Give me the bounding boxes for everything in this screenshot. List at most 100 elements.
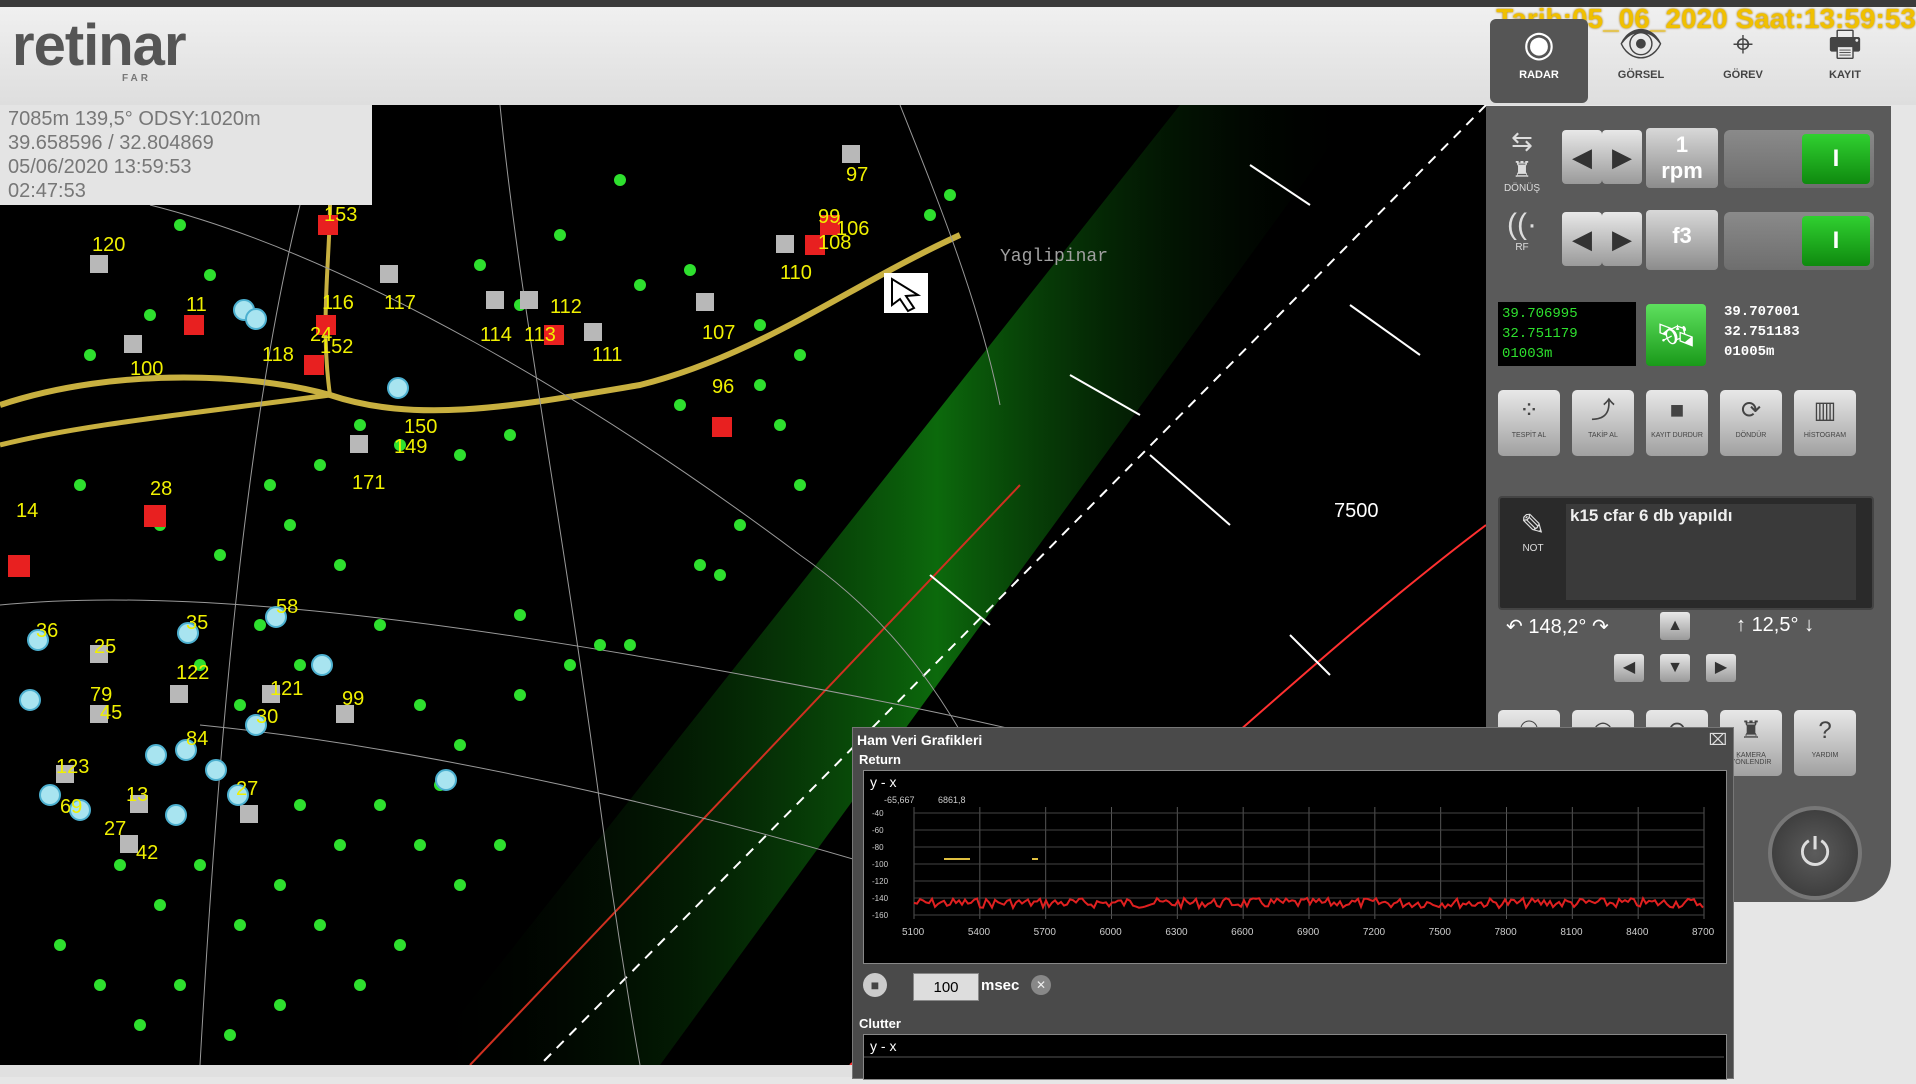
map-info-elapsed: 02:47:53 <box>8 180 86 202</box>
track-label: 114 <box>480 324 512 346</box>
gps-sync-button[interactable]: 🛰 <box>1646 304 1706 366</box>
track-label: 14 <box>16 500 38 522</box>
clutter-plot: y - x <box>863 1034 1727 1080</box>
y-tick-label: -160 <box>872 911 889 920</box>
help-button[interactable]: ? YARDIM <box>1794 710 1856 776</box>
axis-label: y - x <box>870 774 896 790</box>
right-arrow-icon: ▶ <box>1612 142 1632 172</box>
nav-kayit-button[interactable]: 🖶 KAYIT <box>1796 19 1894 103</box>
left-arrow-icon: ◀ <box>1572 224 1592 254</box>
interval-unit: msec <box>981 977 1020 994</box>
return-chart: y - x -65,667 6861,8 -40 -60 -80 -100 -120 -1… <box>870 774 1715 938</box>
track-label: 108 <box>818 232 851 254</box>
pan-left-button[interactable]: ◀ <box>1614 654 1644 682</box>
track-label: 123 <box>56 756 89 778</box>
right-arrow-icon: ▶ <box>1714 659 1728 676</box>
scatter-icon: ⁘ <box>1518 397 1540 424</box>
interval-controls: ■ msec ✕ <box>863 969 1723 1003</box>
freq-increase-button[interactable]: ▶ <box>1602 212 1642 266</box>
note-text[interactable]: k15 cfar 6 db yapıldı <box>1566 504 1856 600</box>
radar-icon: ◉ <box>1523 23 1555 64</box>
gps-coords-right: 39.707001 32.751183 01005m <box>1724 304 1800 360</box>
y-tick-label: -120 <box>872 877 889 886</box>
track-label: 110 <box>780 262 812 284</box>
crosshair-icon: ⌖ <box>1732 23 1754 64</box>
raw-data-graph-window[interactable]: Ham Veri Grafikleri ⌧ Return y - x -65,6… <box>852 727 1734 1080</box>
track-label: 96 <box>712 376 734 398</box>
pan-right-button[interactable]: ▶ <box>1706 654 1736 682</box>
tilt-up-button[interactable]: ▲ <box>1660 612 1690 640</box>
close-icon: ✕ <box>1035 978 1047 992</box>
tilt-down-button[interactable]: ▼ <box>1660 654 1690 682</box>
track-label: 45 <box>100 702 122 724</box>
y-tick-label: -80 <box>872 843 884 852</box>
printer-icon: 🖶 <box>1828 23 1862 64</box>
track-label: 69 <box>60 796 82 818</box>
map-footer-strip <box>0 1065 860 1077</box>
stop-record-button[interactable]: ■ KAYIT DURDUR <box>1646 390 1708 456</box>
rotate-button[interactable]: ⟳ DÖNDÜR <box>1720 390 1782 456</box>
histogram-button[interactable]: ▥ HİSTOGRAM <box>1794 390 1856 456</box>
x-tick-label: 8400 <box>1626 927 1649 938</box>
track-label: 36 <box>36 620 58 642</box>
rotation-toggle[interactable]: I <box>1724 130 1874 188</box>
rpm-decrease-button[interactable]: ◀ <box>1562 130 1602 184</box>
x-tick-label: 7200 <box>1363 927 1386 938</box>
rotate-icon: ⟳ <box>1740 397 1762 424</box>
rotate-ccw-icon: ↶ <box>1506 616 1523 638</box>
return-plot: y - x -65,667 6861,8 -40 -60 -80 -100 -120 -1… <box>863 770 1727 964</box>
stop-button[interactable]: ■ <box>863 973 887 997</box>
nav-gorev-button[interactable]: ⌖ GÖREV <box>1694 19 1792 103</box>
track-label: 42 <box>136 842 158 864</box>
x-tick-label: 8100 <box>1560 927 1583 938</box>
note-edit-button[interactable]: ✎ NOT <box>1510 508 1556 554</box>
y-tick-label: -100 <box>872 860 889 869</box>
up-icon: ↑ <box>1736 614 1746 636</box>
track-button[interactable]: ⤴ TAKİP AL <box>1572 390 1634 456</box>
rf-toggle[interactable]: I <box>1724 212 1874 270</box>
track-label: 100 <box>130 358 163 380</box>
x-tick-label: 5400 <box>968 927 991 938</box>
axis-label: y - x <box>870 1038 896 1054</box>
road <box>0 392 331 448</box>
rotation-icon: ⇆ <box>1511 126 1533 156</box>
elevation-display: ↑ 12,5° ↓ <box>1736 614 1815 636</box>
power-icon: ⏻ <box>1799 832 1831 874</box>
freq-display: f3 <box>1646 210 1718 270</box>
track-label: 113 <box>524 324 556 346</box>
nav-gorsel-button[interactable]: 👁 GÖRSEL <box>1592 19 1690 103</box>
up-arrow-icon: ▲ <box>1667 617 1683 634</box>
y-tick-label: -40 <box>872 809 884 818</box>
interval-input[interactable] <box>913 973 979 1001</box>
track-label: 122 <box>176 662 209 684</box>
rotate-cw-icon: ↷ <box>1591 616 1609 638</box>
track-label: 84 <box>186 728 208 750</box>
rpm-display: 1 rpm <box>1646 128 1718 188</box>
x-tick-label: 7800 <box>1495 927 1518 938</box>
track-label: 153 <box>324 204 357 226</box>
freq-decrease-button[interactable]: ◀ <box>1562 212 1602 266</box>
x-tick-label: 8700 <box>1692 927 1715 938</box>
rpm-increase-button[interactable]: ▶ <box>1602 130 1642 184</box>
power-button[interactable]: ⏻ <box>1768 806 1862 900</box>
track-label: 152 <box>320 336 353 358</box>
track-label: 120 <box>92 234 125 256</box>
legend-item-2: 6861,8 <box>938 795 966 805</box>
place-label: Yaglipinar <box>1000 247 1108 267</box>
map-info-date: 05/06/2020 13:59:53 <box>8 156 192 178</box>
detect-button[interactable]: ⁘ TESPİT AL <box>1498 390 1560 456</box>
range-label: 7500 <box>1334 500 1379 522</box>
nav-radar-button[interactable]: ◉ RADAR <box>1490 19 1588 103</box>
clear-button[interactable]: ✕ <box>1031 975 1051 995</box>
x-tick-label: 7500 <box>1429 927 1452 938</box>
return-section-title: Return <box>859 752 901 767</box>
track-label: 150 <box>404 416 437 438</box>
track-label: 111 <box>592 344 622 366</box>
y-tick-label: -60 <box>872 826 884 835</box>
map-info-coords: 39.658596 / 32.804869 <box>8 132 214 154</box>
right-arrow-icon: ▶ <box>1612 224 1632 254</box>
track-label: 171 <box>352 472 385 494</box>
histogram-icon: ▥ <box>1813 397 1837 424</box>
window-pin-icon[interactable]: ⌧ <box>1709 730 1727 750</box>
track-label: 27 <box>104 818 126 840</box>
